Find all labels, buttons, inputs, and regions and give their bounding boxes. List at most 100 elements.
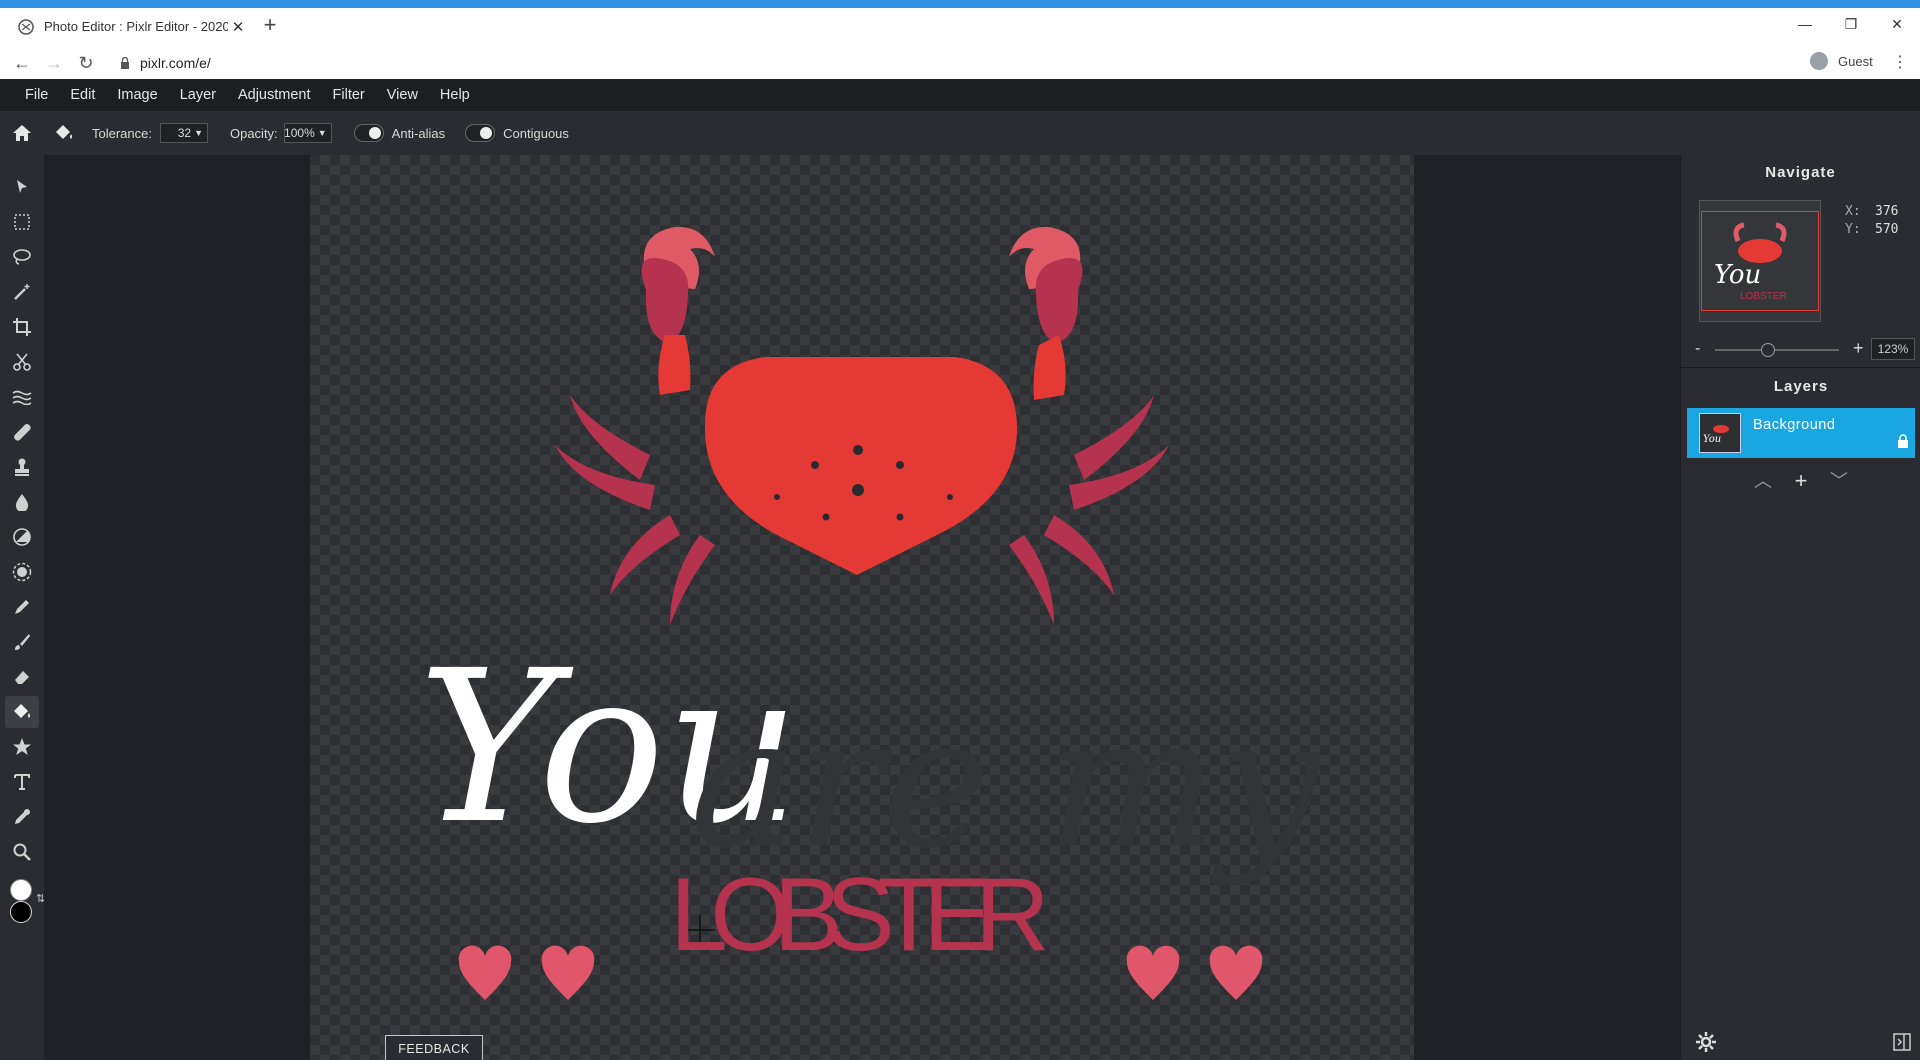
cursor-coordinates: X: 376 Y: 570 <box>1845 204 1899 237</box>
chevron-down-icon: ▼ <box>317 128 327 138</box>
text-tool-icon[interactable] <box>5 766 39 798</box>
settings-gear-icon[interactable] <box>1695 1031 1717 1053</box>
foreground-color-swatch[interactable] <box>10 879 32 901</box>
zoom-out-button[interactable]: - <box>1695 340 1700 358</box>
contiguous-label: Contiguous <box>503 125 569 141</box>
crop-tool-icon[interactable] <box>5 311 39 343</box>
zoom-slider-handle[interactable] <box>1761 343 1775 357</box>
clone-stamp-tool-icon[interactable] <box>5 451 39 483</box>
opacity-value: 100% <box>284 126 315 140</box>
brush-tool-icon[interactable] <box>5 626 39 658</box>
shape-tool-icon[interactable] <box>5 731 39 763</box>
navigator-thumbnail[interactable]: You LOBSTER <box>1699 200 1821 322</box>
zoom-in-button[interactable]: + <box>1853 338 1864 359</box>
browser-tab[interactable]: Photo Editor : Pixlr Editor - 2020 ✕ <box>8 12 248 41</box>
antialias-label: Anti-alias <box>391 125 446 141</box>
zoom-row: - + 123% <box>1681 335 1920 365</box>
menu-adjustment[interactable]: Adjustment <box>238 87 311 103</box>
right-panel: Navigate You LOBSTER X: 376 Y: 570 - + 123… <box>1680 155 1920 1060</box>
heal-tool-icon[interactable] <box>5 416 39 448</box>
new-tab-icon[interactable]: + <box>258 14 282 38</box>
dodge-tool-icon[interactable] <box>5 556 39 588</box>
url-text: pixlr.com/e/ <box>140 55 211 71</box>
tool-options-bar: Tolerance: 32 ▼ Opacity: 100% ▼ Anti-alias… <box>0 111 1920 155</box>
opacity-label: Opacity: <box>229 125 278 141</box>
browser-chrome: Photo Editor : Pixlr Editor - 2020 ✕ + ―… <box>0 8 1920 79</box>
home-icon[interactable] <box>0 111 44 155</box>
collapse-panel-icon[interactable] <box>1893 1033 1911 1051</box>
address-row: ← → ↻ pixlr.com/e/ Guest ⋮ <box>0 48 1920 78</box>
menu-file[interactable]: File <box>25 87 48 103</box>
antialias-toggle[interactable] <box>353 124 384 142</box>
marquee-tool-icon[interactable] <box>5 206 39 238</box>
artwork: You are my LOBSTER <box>418 226 1322 1000</box>
menu-help[interactable]: Help <box>440 87 470 103</box>
eraser-tool-icon[interactable] <box>5 661 39 693</box>
close-window-icon[interactable]: ✕ <box>1874 12 1920 36</box>
zoom-tool-icon[interactable] <box>5 836 39 868</box>
sponge-tool-icon[interactable] <box>5 521 39 553</box>
browser-top-stripe <box>0 0 1920 8</box>
lock-icon <box>121 57 129 69</box>
menu-bar: File Edit Image Layer Adjustment Filter … <box>0 79 1920 111</box>
liquify-tool-icon[interactable] <box>5 381 39 413</box>
tolerance-select[interactable]: 32 ▼ <box>159 123 208 143</box>
navigate-title: Navigate <box>1765 164 1836 181</box>
address-bar[interactable]: pixlr.com/e/ <box>120 52 211 74</box>
lock-icon <box>1898 434 1908 448</box>
toolbar: ⇅ <box>0 155 45 1060</box>
feedback-button[interactable]: FEEDBACK <box>385 1035 483 1060</box>
avatar-icon <box>1810 52 1828 70</box>
crab-right-claw <box>1009 226 1083 400</box>
wand-tool-icon[interactable] <box>5 276 39 308</box>
menu-layer[interactable]: Layer <box>180 87 216 103</box>
layer-row-background[interactable]: You Background <box>1687 408 1915 458</box>
panel-footer <box>1681 1025 1920 1060</box>
fill-tool-icon[interactable] <box>5 696 39 728</box>
profile-button[interactable]: Guest <box>1810 52 1873 70</box>
layer-actions: ︿ + ﹀ <box>1681 467 1920 495</box>
layer-thumbnail: You <box>1699 413 1741 453</box>
x-coordinate: 376 <box>1875 204 1899 219</box>
canvas[interactable]: You are my LOBSTER <box>310 155 1414 1060</box>
color-picker-tool-icon[interactable] <box>5 801 39 833</box>
reload-icon[interactable]: ↻ <box>74 51 98 75</box>
zoom-value[interactable]: 123% <box>1871 338 1915 360</box>
pen-tool-icon[interactable] <box>5 591 39 623</box>
browser-menu-icon[interactable]: ⋮ <box>1892 52 1908 72</box>
y-coordinate: 570 <box>1875 222 1899 237</box>
navigator-viewport[interactable] <box>1701 211 1819 311</box>
forward-icon[interactable]: → <box>42 51 66 75</box>
move-layer-down-icon[interactable]: ﹀ <box>1827 469 1851 493</box>
cutout-tool-icon[interactable] <box>5 346 39 378</box>
menu-filter[interactable]: Filter <box>333 87 365 103</box>
opacity-select[interactable]: 100% ▼ <box>283 123 332 143</box>
restore-icon[interactable]: ❐ <box>1828 12 1874 36</box>
layers-title: Layers <box>1773 378 1829 395</box>
profile-label: Guest <box>1838 53 1873 69</box>
menu-view[interactable]: View <box>387 87 418 103</box>
background-color-swatch[interactable] <box>10 901 32 923</box>
close-tab-icon[interactable]: ✕ <box>228 18 248 36</box>
tolerance-label: Tolerance: <box>92 125 152 141</box>
fill-bucket-icon <box>44 111 84 155</box>
contiguous-toggle[interactable] <box>465 124 496 142</box>
minimize-icon[interactable]: ― <box>1782 12 1828 36</box>
zoom-slider-track[interactable] <box>1715 349 1839 351</box>
arrange-tool-icon[interactable] <box>5 171 39 203</box>
layer-name: Background <box>1753 417 1836 433</box>
menu-edit[interactable]: Edit <box>70 87 95 103</box>
crab-left-claw <box>641 226 715 395</box>
menu-image[interactable]: Image <box>117 87 157 103</box>
tolerance-value: 32 <box>177 126 192 140</box>
pixlr-favicon-icon <box>18 18 34 35</box>
workspace: You are my LOBSTER FEEDBACK <box>44 155 1680 1060</box>
back-icon[interactable]: ← <box>10 51 34 75</box>
blur-tool-icon[interactable] <box>5 486 39 518</box>
chevron-down-icon: ▼ <box>194 128 203 138</box>
add-layer-icon[interactable]: + <box>1789 469 1813 493</box>
move-layer-up-icon[interactable]: ︿ <box>1751 469 1775 493</box>
text-lobster: LOBSTER <box>670 857 1050 973</box>
lasso-tool-icon[interactable] <box>5 241 39 273</box>
crab-body <box>704 357 1018 575</box>
